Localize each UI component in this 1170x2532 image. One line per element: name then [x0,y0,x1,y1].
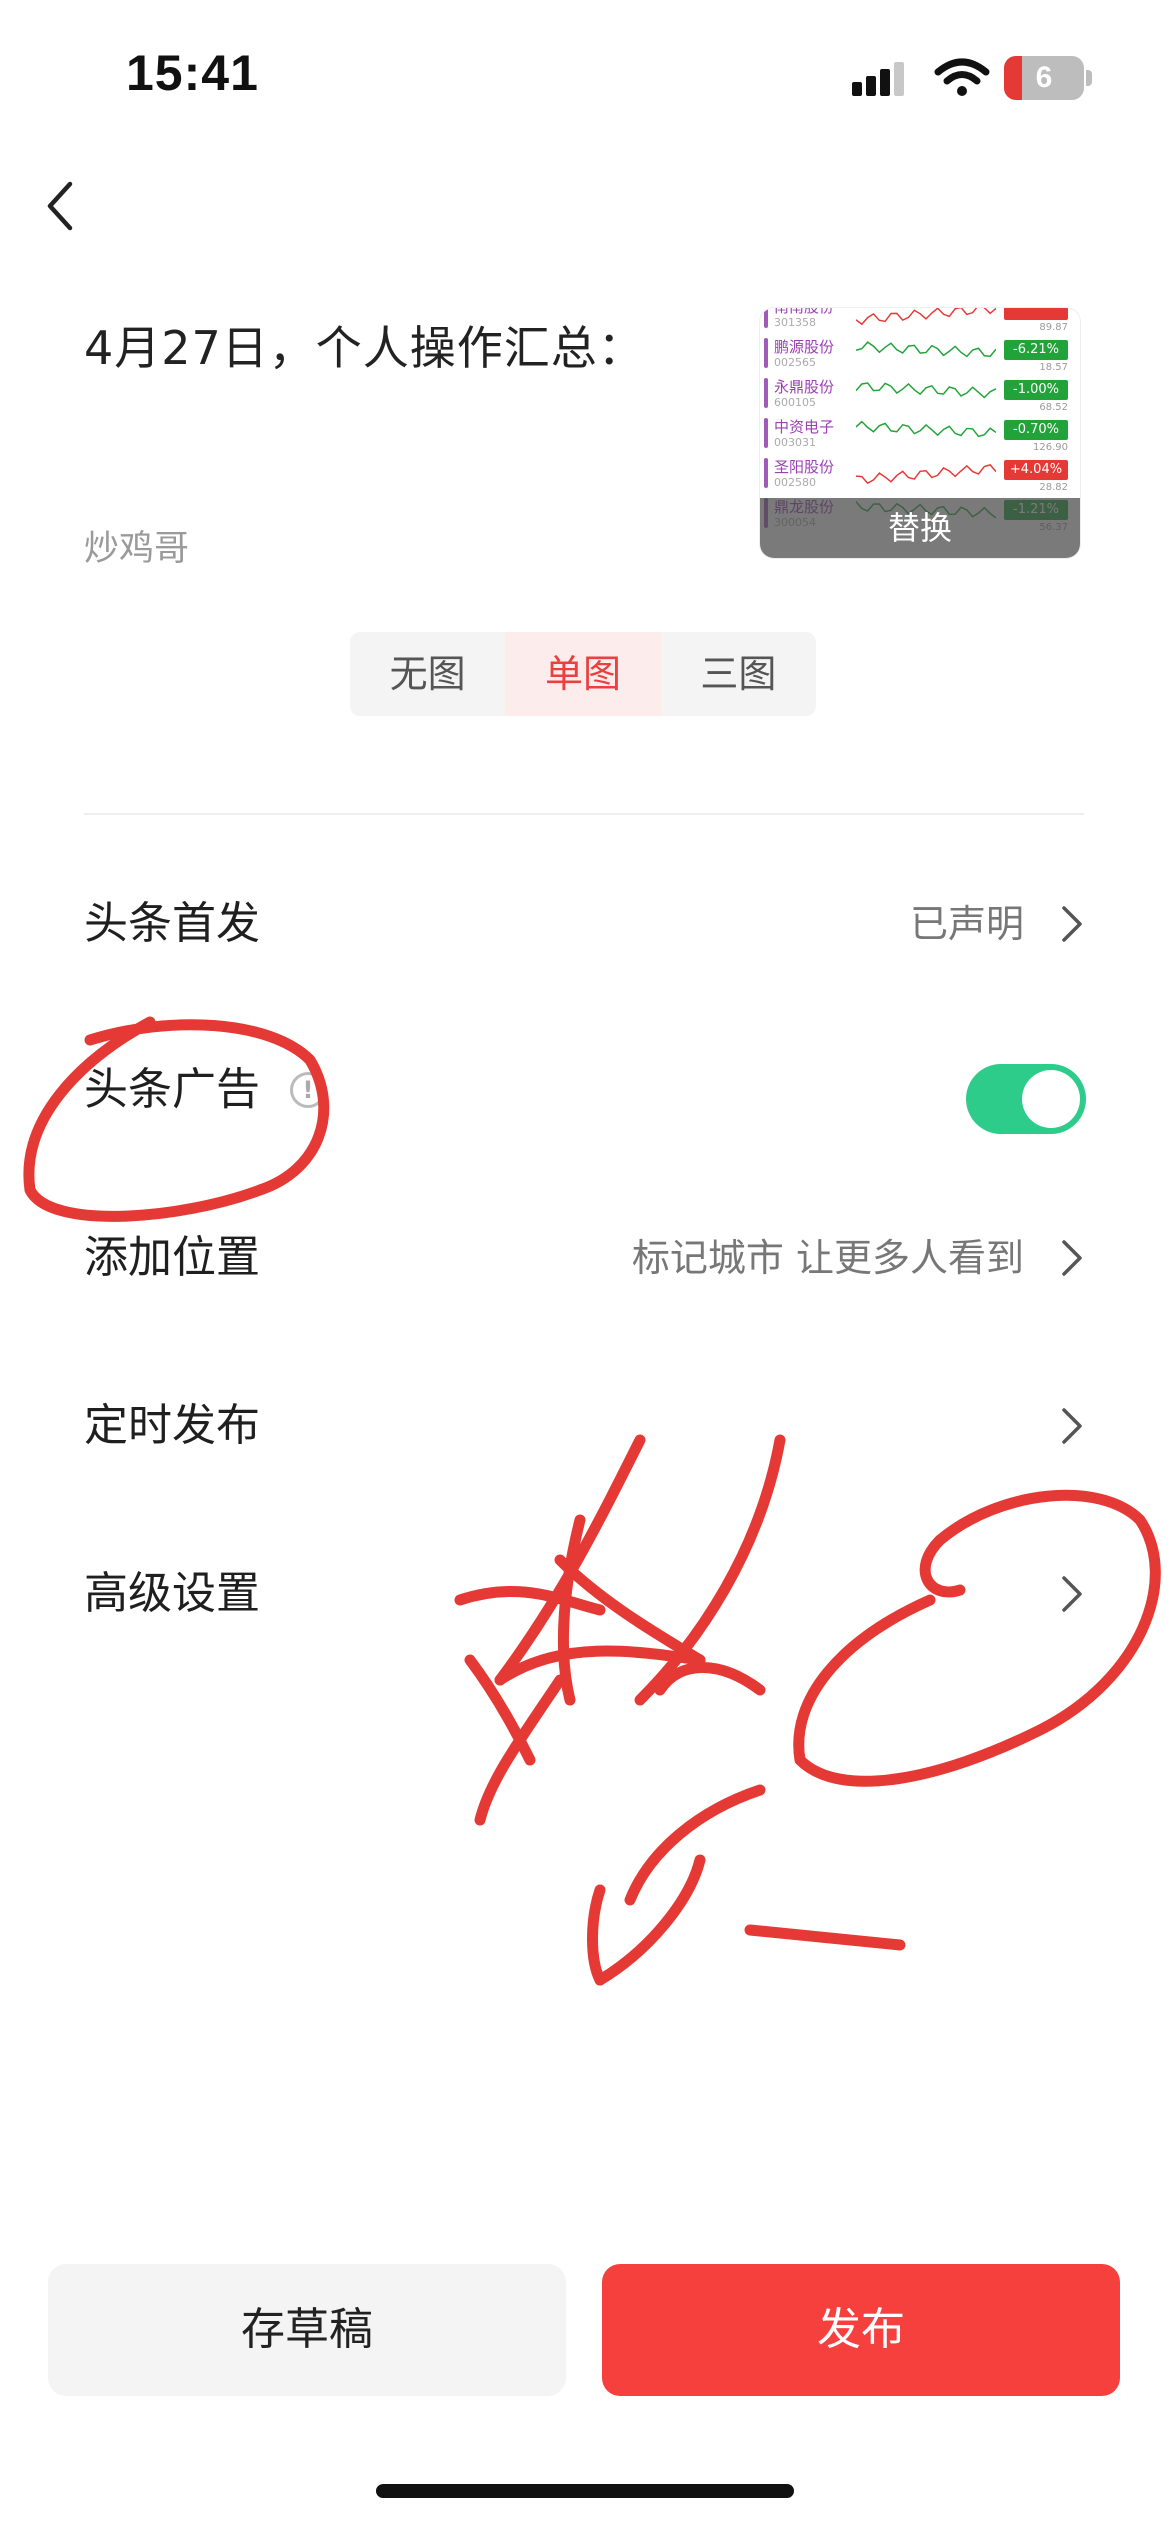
setting-first-publish-value: 已声明 [909,902,1024,946]
back-icon[interactable] [40,176,80,236]
image-mode-three[interactable]: 三图 [661,632,816,716]
sparkline [856,308,996,326]
setting-advanced-label: 高级设置 [84,1568,260,1619]
sparkline [856,464,996,485]
setting-first-publish-label: 头条首发 [84,898,260,949]
stock-code: 002580 [774,476,816,489]
stock-change: -0.70% [1004,420,1068,440]
stock-change: -1.00% [1004,380,1068,400]
stock-price: 89.87 [1039,322,1068,333]
setting-location-value: 标记城市 让更多人看到 [631,1236,1024,1280]
replace-cover-button[interactable]: 替换 [760,498,1080,558]
author-name: 炒鸡哥 [84,529,190,569]
setting-advanced[interactable]: 高级设置 [84,1534,1086,1654]
cellular-signal-icon [852,62,904,96]
battery-level: 6 [1035,61,1053,94]
stock-price: 126.90 [1033,442,1068,453]
stock-change: -6.21% [1004,340,1068,360]
stock-name: 中资电子 [774,418,835,436]
stock-price: 28.82 [1039,482,1068,493]
setting-schedule-label: 定时发布 [84,1400,260,1451]
ads-toggle[interactable] [966,1064,1086,1134]
publish-button[interactable]: 发布 [602,2264,1120,2396]
stock-row: 中资电子 003031 -0.70% 126.90 [760,414,1080,454]
setting-ads-label: 头条广告 [84,1064,260,1115]
chevron-right-icon [1062,1408,1082,1444]
cover-thumbnail[interactable]: 南南股份30135889.87鹏源股份002565-6.21%18.57永鼎股份… [760,308,1080,558]
chevron-right-icon [1062,906,1082,942]
wifi-icon [934,58,990,96]
image-mode-selector: 无图 单图 三图 [350,632,816,716]
stock-row: 鹏源股份 002565 -6.21% 18.57 [760,334,1080,374]
home-indicator [376,2484,794,2498]
sparkline [856,382,996,399]
image-mode-single[interactable]: 单图 [505,632,661,716]
stock-row: 圣阳股份 002580 +4.04% 28.82 [760,454,1080,494]
stock-price: 68.52 [1039,402,1068,413]
sparkline [856,420,996,438]
stock-code: 301358 [774,316,816,329]
chevron-right-icon [1062,1240,1082,1276]
info-icon[interactable]: ! [290,1072,326,1108]
stock-code: 002565 [774,356,816,369]
battery-icon: 6 [1004,56,1092,100]
image-mode-none[interactable]: 无图 [350,632,505,716]
setting-location-label: 添加位置 [84,1232,260,1283]
article-title[interactable]: 4月27日，个人操作汇总： [84,312,645,378]
stock-code: 600105 [774,396,816,409]
save-draft-button[interactable]: 存草稿 [48,2264,566,2396]
stock-price: 18.57 [1039,362,1068,373]
stock-row: 南南股份30135889.87 [760,308,1080,334]
setting-first-publish[interactable]: 头条首发 已声明 [84,864,1086,984]
sparkline [856,341,996,358]
setting-location[interactable]: 添加位置 标记城市 让更多人看到 [84,1198,1086,1318]
status-time: 15:41 [126,45,259,101]
stock-name: 鹏源股份 [774,338,835,356]
setting-ads: 头条广告 ! [84,1030,1086,1150]
stock-code: 003031 [774,436,816,449]
setting-schedule[interactable]: 定时发布 [84,1366,1086,1486]
chevron-right-icon [1062,1576,1082,1612]
stock-name: 永鼎股份 [774,378,835,396]
stock-change: +4.04% [1004,460,1068,480]
toggle-knob [1022,1070,1080,1128]
stock-change [1004,308,1068,320]
stock-name: 圣阳股份 [774,458,835,476]
divider [84,813,1084,815]
stock-row: 永鼎股份 600105 -1.00% 68.52 [760,374,1080,414]
